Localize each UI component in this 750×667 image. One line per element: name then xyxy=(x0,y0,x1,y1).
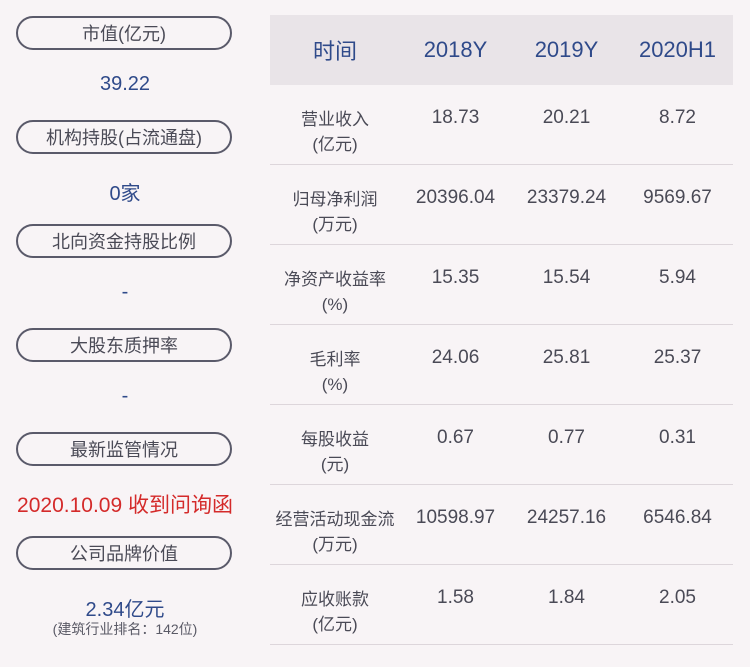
cell-2020h1: 9569.67 xyxy=(643,187,712,208)
cell-2019: 23379.24 xyxy=(526,187,607,208)
cell-2019: 1.84 xyxy=(548,587,585,608)
table-row: 归母净利润 (万元) 20396.04 23379.24 9569.67 xyxy=(270,165,733,245)
cell-2019: 24257.16 xyxy=(526,507,607,528)
market-cap-value: 39.22 xyxy=(99,73,151,95)
market-cap-label: 市值(亿元) xyxy=(16,16,232,50)
row-label: 毛利率 (%) xyxy=(309,350,361,394)
cell-2020h1: 0.31 xyxy=(659,427,696,448)
northbound-ratio-label: 北向资金持股比例 xyxy=(16,224,232,258)
header-2018: 2018Y xyxy=(423,37,488,62)
table-row: 净资产收益率 (%) 15.35 15.54 5.94 xyxy=(270,245,733,325)
brand-value-value: 2.34亿元 xyxy=(85,599,165,621)
cell-2020h1: 2.05 xyxy=(659,587,696,608)
header-2020h1: 2020H1 xyxy=(638,37,717,62)
header-time: 时间 xyxy=(312,39,357,64)
cell-2020h1: 25.37 xyxy=(653,347,702,368)
table-row: 经营活动现金流 (万元) 10598.97 24257.16 6546.84 xyxy=(270,485,733,565)
table-header: 时间 2018Y 2019Y 2020H1 xyxy=(270,15,733,85)
row-label: 经营活动现金流 (万元) xyxy=(275,510,395,554)
brand-value-label: 公司品牌价值 xyxy=(16,536,232,570)
table-row: 每股收益 (元) 0.67 0.77 0.31 xyxy=(270,405,733,485)
row-label: 归母净利润 (万元) xyxy=(292,190,378,234)
pledge-rate-label: 大股东质押率 xyxy=(16,328,232,362)
cell-2018: 10598.97 xyxy=(415,507,496,528)
cell-2018: 20396.04 xyxy=(415,187,496,208)
cell-2019: 20.21 xyxy=(542,107,591,128)
row-label: 应收账款 (亿元) xyxy=(301,590,369,634)
cell-2019: 25.81 xyxy=(542,347,591,368)
cell-2018: 15.35 xyxy=(431,267,480,288)
header-2019: 2019Y xyxy=(534,37,599,62)
institutional-holding-label: 机构持股(占流通盘) xyxy=(16,120,232,154)
cell-2020h1: 8.72 xyxy=(659,107,696,128)
regulatory-label: 最新监管情况 xyxy=(16,432,232,466)
row-label: 净资产收益率 (%) xyxy=(284,270,386,314)
cell-2020h1: 6546.84 xyxy=(643,507,712,528)
northbound-ratio-value: - xyxy=(121,281,129,303)
cell-2020h1: 5.94 xyxy=(659,267,696,288)
cell-2019: 15.54 xyxy=(542,267,591,288)
cell-2018: 24.06 xyxy=(431,347,480,368)
cell-2018: 0.67 xyxy=(437,427,474,448)
table-row: 应收账款 (亿元) 1.58 1.84 2.05 xyxy=(270,565,733,645)
summary-panel: 市值(亿元) 39.22 机构持股(占流通盘) 0家 北向资金持股比例 - 大股… xyxy=(0,0,250,667)
cell-2018: 1.58 xyxy=(437,587,474,608)
financial-table: 时间 2018Y 2019Y 2020H1 营业收入 (亿元) 18.73 20.… xyxy=(270,15,733,645)
cell-2019: 0.77 xyxy=(548,427,585,448)
row-label: 每股收益 (元) xyxy=(301,430,369,474)
brand-rank-note: (建筑行业排名：142位) xyxy=(52,621,198,637)
table-row: 毛利率 (%) 24.06 25.81 25.37 xyxy=(270,325,733,405)
pledge-rate-value: - xyxy=(121,385,129,407)
cell-2018: 18.73 xyxy=(431,107,480,128)
regulatory-value: 2020.10.09 收到问询函 xyxy=(17,494,233,517)
row-label: 营业收入 (亿元) xyxy=(301,110,369,154)
table-row: 营业收入 (亿元) 18.73 20.21 8.72 xyxy=(270,85,733,165)
institutional-holding-value: 0家 xyxy=(109,183,141,205)
